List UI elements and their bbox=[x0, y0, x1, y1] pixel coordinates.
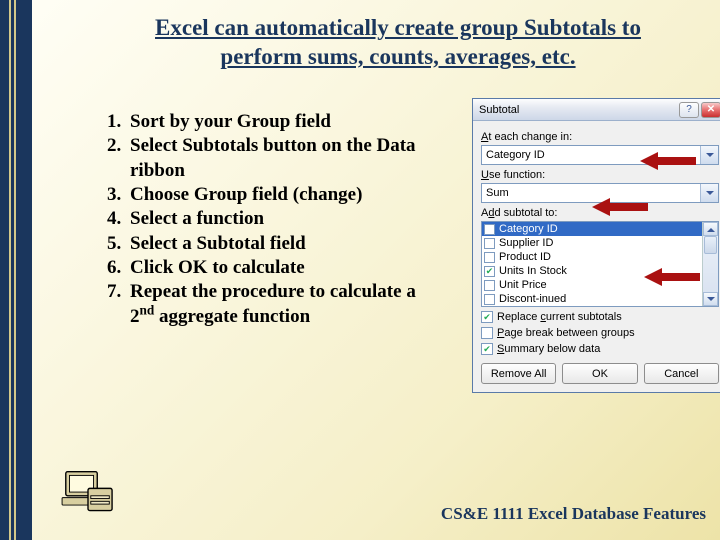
label-at-each-change: At each change in: bbox=[481, 131, 719, 143]
list-item-label: Discont-inued bbox=[499, 293, 566, 305]
callout-arrow-icon bbox=[640, 152, 696, 170]
step-item: Click OK to calculate bbox=[126, 256, 422, 280]
btn-label: Remove All bbox=[491, 368, 547, 380]
dialog-titlebar[interactable]: Subtotal ? ✕ bbox=[473, 99, 720, 121]
chevron-down-icon[interactable] bbox=[700, 184, 718, 202]
scroll-up-icon[interactable] bbox=[703, 222, 718, 236]
checkbox-replace[interactable]: ✔ Replace current subtotals bbox=[481, 311, 719, 323]
remove-all-button[interactable]: Remove All bbox=[481, 363, 556, 384]
checkbox-icon[interactable] bbox=[484, 224, 495, 235]
list-item-label: Units In Stock bbox=[499, 265, 567, 277]
chk-summary-label: Summary below data bbox=[497, 343, 600, 355]
step-item: Select Subtotals button on the Data ribb… bbox=[126, 134, 422, 183]
list-item[interactable]: Category ID bbox=[482, 222, 718, 236]
step-item: Sort by your Group field bbox=[126, 110, 422, 134]
scroll-down-icon[interactable] bbox=[703, 292, 718, 306]
title-line-2: perform sums, counts, averages, etc. bbox=[220, 44, 575, 69]
step-item: Choose Group field (change) bbox=[126, 183, 422, 207]
step-item: Select a Subtotal field bbox=[126, 232, 422, 256]
checkbox-page-break[interactable]: Page break between groups bbox=[481, 327, 719, 339]
help-button[interactable]: ? bbox=[679, 102, 699, 118]
chevron-down-icon[interactable] bbox=[700, 146, 718, 164]
scrollbar[interactable] bbox=[702, 222, 718, 306]
checkbox-icon[interactable] bbox=[481, 327, 493, 339]
slide-title: Excel can automatically create group Sub… bbox=[88, 14, 708, 72]
subtotal-dialog: Subtotal ? ✕ At each change in: Category… bbox=[472, 98, 720, 393]
listbox-add-subtotal[interactable]: Category ID Supplier ID Product ID ✔ Unit… bbox=[481, 221, 719, 307]
step-item: Repeat the procedure to calculate a 2nd … bbox=[126, 280, 422, 329]
checkbox-icon[interactable]: ✔ bbox=[484, 266, 495, 277]
checkbox-icon[interactable]: ✔ bbox=[481, 343, 493, 355]
checkbox-icon[interactable] bbox=[484, 280, 495, 291]
step-item: Select a function bbox=[126, 207, 422, 231]
list-item[interactable]: Product ID bbox=[482, 250, 718, 264]
btn-label: OK bbox=[592, 368, 608, 380]
slide-footer: CS&E 1111 Excel Database Features bbox=[441, 504, 706, 524]
step-7-sup: nd bbox=[140, 302, 155, 317]
checkbox-icon[interactable] bbox=[484, 252, 495, 263]
label-use-function: Use function: bbox=[481, 169, 719, 181]
list-item-label: Unit Price bbox=[499, 279, 547, 291]
slide-body: Excel can automatically create group Sub… bbox=[32, 0, 720, 540]
lbl-change-rest: t each change in: bbox=[488, 131, 572, 143]
list-item[interactable]: Supplier ID bbox=[482, 236, 718, 250]
callout-arrow-icon bbox=[592, 198, 648, 216]
checkbox-icon[interactable] bbox=[484, 294, 495, 305]
cancel-button[interactable]: Cancel bbox=[644, 363, 719, 384]
combo-change-value: Category ID bbox=[486, 149, 545, 161]
close-button[interactable]: ✕ bbox=[701, 102, 720, 118]
checkbox-icon[interactable] bbox=[484, 238, 495, 249]
list-item-label: Category ID bbox=[499, 223, 558, 235]
scroll-thumb[interactable] bbox=[704, 236, 717, 254]
combo-func-value: Sum bbox=[486, 187, 509, 199]
chk-replace-label: Replace current subtotals bbox=[497, 311, 622, 323]
checkbox-summary[interactable]: ✔ Summary below data bbox=[481, 343, 719, 355]
computer-icon bbox=[60, 468, 116, 518]
ok-button[interactable]: OK bbox=[562, 363, 637, 384]
list-item-label: Product ID bbox=[499, 251, 551, 263]
title-line-1: Excel can automatically create group Sub… bbox=[155, 15, 641, 40]
list-item[interactable]: Discont-inued bbox=[482, 292, 718, 306]
steps-list: Sort by your Group field Select Subtotal… bbox=[92, 110, 422, 329]
list-item-label: Supplier ID bbox=[499, 237, 553, 249]
callout-arrow-icon bbox=[644, 268, 700, 286]
chk-pagebreak-label: Page break between groups bbox=[497, 327, 635, 339]
checkbox-icon[interactable]: ✔ bbox=[481, 311, 493, 323]
slide-sidebar bbox=[0, 0, 34, 540]
btn-label: Cancel bbox=[664, 368, 698, 380]
dialog-title-text: Subtotal bbox=[479, 104, 519, 116]
step-7-tail: aggregate function bbox=[154, 306, 310, 327]
